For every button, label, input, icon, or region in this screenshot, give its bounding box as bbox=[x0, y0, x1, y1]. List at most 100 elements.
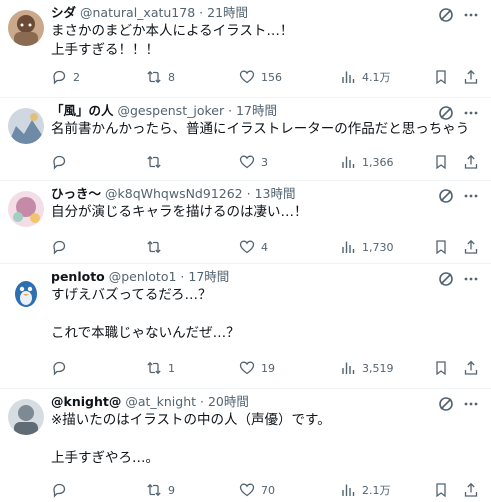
grok-icon[interactable] bbox=[437, 6, 455, 24]
bookmark-button[interactable] bbox=[433, 67, 449, 87]
like-button[interactable]: 70 bbox=[239, 480, 275, 500]
user-handle[interactable]: @at_knight bbox=[125, 394, 196, 409]
text-line bbox=[51, 430, 483, 449]
avatar[interactable] bbox=[8, 10, 44, 46]
reply-tweet[interactable]: シダ @natural_xatu178 · 21時間 まさかのまどか本人によるイ… bbox=[0, 0, 491, 98]
reply-tweet[interactable]: penloto @penloto1 · 17時間 すげえバズってるだろ…？ これ… bbox=[0, 264, 491, 389]
grok-icon[interactable] bbox=[437, 187, 455, 205]
share-icon bbox=[464, 69, 478, 84]
reply-button[interactable]: 2 bbox=[51, 67, 80, 87]
tweet-text: 自分が演じるキャラを描けるのは凄い…！ bbox=[51, 203, 483, 222]
display-name[interactable]: 「風」の人 bbox=[51, 103, 114, 118]
bookmark-button[interactable] bbox=[433, 480, 449, 500]
display-name[interactable]: @knight@ bbox=[51, 394, 121, 409]
timestamp[interactable]: 17時間 bbox=[188, 269, 229, 284]
views-button[interactable]: 1,366 bbox=[340, 152, 394, 172]
text-line: すげえバズってるだろ…？ bbox=[51, 287, 212, 303]
heart-icon bbox=[239, 240, 255, 254]
like-button[interactable]: 4 bbox=[239, 237, 268, 257]
retweet-button[interactable] bbox=[146, 237, 168, 257]
more-options-icon[interactable] bbox=[462, 6, 480, 24]
display-name[interactable]: ひっき～ bbox=[51, 186, 101, 201]
timestamp[interactable]: 17時間 bbox=[236, 103, 277, 118]
user-handle[interactable]: @penloto1 bbox=[109, 269, 177, 284]
like-count: 3 bbox=[261, 155, 268, 169]
user-handle[interactable]: @k8qWhqwsNd91262 bbox=[105, 186, 243, 201]
reply-feed: シダ @natural_xatu178 · 21時間 まさかのまどか本人によるイ… bbox=[0, 0, 491, 502]
heart-icon bbox=[239, 155, 255, 169]
tweet-text: 名前書かんかったら、普通にイラストレーターの作品だと思っちゃう bbox=[51, 120, 483, 139]
retweet-button[interactable]: 9 bbox=[146, 480, 175, 500]
views-button[interactable]: 3,519 bbox=[340, 358, 394, 378]
share-button[interactable] bbox=[463, 67, 479, 87]
bookmark-icon bbox=[436, 240, 446, 255]
views-button[interactable]: 1,730 bbox=[340, 237, 394, 257]
reply-tweet[interactable]: 「風」の人 @gespenst_joker · 17時間 名前書かんかったら、普… bbox=[0, 98, 491, 181]
reply-tweet[interactable]: @knight@ @at_knight · 20時間 ※描いたのはイラストの中の… bbox=[0, 389, 491, 502]
like-count: 156 bbox=[261, 70, 282, 84]
timestamp[interactable]: 13時間 bbox=[255, 186, 296, 201]
tweet-text: ※描いたのはイラストの中の人（声優）です。 上手すぎやろ…。 bbox=[51, 411, 483, 468]
more-options-icon[interactable] bbox=[462, 104, 480, 122]
share-button[interactable] bbox=[463, 237, 479, 257]
separator-dot: · bbox=[199, 5, 204, 20]
timestamp[interactable]: 20時間 bbox=[208, 394, 249, 409]
retweet-icon bbox=[147, 70, 161, 84]
display-name[interactable]: penloto bbox=[51, 269, 105, 284]
share-icon bbox=[464, 154, 478, 169]
heart-icon bbox=[239, 483, 255, 497]
like-button[interactable]: 156 bbox=[239, 67, 282, 87]
bookmark-button[interactable] bbox=[433, 152, 449, 172]
share-button[interactable] bbox=[463, 358, 479, 378]
reply-icon bbox=[53, 70, 66, 85]
tweet-body: penloto @penloto1 · 17時間 すげえバズってるだろ…？ これ… bbox=[51, 268, 483, 343]
avatar[interactable] bbox=[8, 191, 44, 227]
share-button[interactable] bbox=[463, 480, 479, 500]
share-icon bbox=[464, 239, 478, 254]
user-handle[interactable]: @natural_xatu178 bbox=[80, 5, 195, 20]
more-options-icon[interactable] bbox=[462, 395, 480, 413]
views-icon bbox=[342, 71, 355, 83]
reply-icon bbox=[53, 155, 66, 170]
tweet-body: @knight@ @at_knight · 20時間 ※描いたのはイラストの中の… bbox=[51, 393, 483, 468]
avatar[interactable] bbox=[8, 399, 44, 435]
tweet-header: 「風」の人 @gespenst_joker · 17時間 bbox=[51, 102, 483, 120]
tweet-header: penloto @penloto1 · 17時間 bbox=[51, 268, 483, 286]
bookmark-button[interactable] bbox=[433, 237, 449, 257]
reply-button[interactable] bbox=[51, 152, 73, 172]
avatar[interactable] bbox=[8, 274, 44, 310]
avatar[interactable] bbox=[8, 108, 44, 144]
grok-icon[interactable] bbox=[437, 395, 455, 413]
user-handle[interactable]: @gespenst_joker bbox=[118, 103, 225, 118]
like-count: 70 bbox=[261, 483, 275, 497]
separator-dot: · bbox=[246, 186, 251, 201]
views-button[interactable]: 4.1万 bbox=[340, 67, 391, 87]
retweet-button[interactable]: 8 bbox=[146, 67, 175, 87]
like-count: 4 bbox=[261, 240, 268, 254]
timestamp[interactable]: 21時間 bbox=[207, 5, 248, 20]
bookmark-icon bbox=[436, 483, 446, 498]
reply-button[interactable] bbox=[51, 237, 73, 257]
like-button[interactable]: 19 bbox=[239, 358, 275, 378]
text-line: まさかのまどか本人によるイラスト…！ bbox=[51, 23, 294, 39]
grok-icon[interactable] bbox=[437, 104, 455, 122]
like-button[interactable]: 3 bbox=[239, 152, 268, 172]
display-name[interactable]: シダ bbox=[51, 5, 76, 20]
reply-button[interactable] bbox=[51, 358, 73, 378]
reply-tweet[interactable]: ひっき～ @k8qWhqwsNd91262 · 13時間 自分が演じるキャラを描… bbox=[0, 181, 491, 264]
bookmark-button[interactable] bbox=[433, 358, 449, 378]
retweet-button[interactable] bbox=[146, 152, 168, 172]
text-line: ※描いたのはイラストの中の人（声優）です。 bbox=[51, 412, 331, 428]
tweet-header: ひっき～ @k8qWhqwsNd91262 · 13時間 bbox=[51, 185, 483, 203]
views-icon bbox=[342, 362, 355, 374]
grok-icon[interactable] bbox=[437, 270, 455, 288]
more-options-icon[interactable] bbox=[462, 187, 480, 205]
retweet-button[interactable]: 1 bbox=[146, 358, 175, 378]
views-button[interactable]: 2.1万 bbox=[340, 480, 391, 500]
share-icon bbox=[464, 482, 478, 497]
reply-button[interactable] bbox=[51, 480, 73, 500]
share-button[interactable] bbox=[463, 152, 479, 172]
more-options-icon[interactable] bbox=[462, 270, 480, 288]
text-line: これで本職じゃないんだぜ…？ bbox=[51, 325, 240, 341]
action-bar: 1 19 3,519 bbox=[51, 358, 481, 378]
